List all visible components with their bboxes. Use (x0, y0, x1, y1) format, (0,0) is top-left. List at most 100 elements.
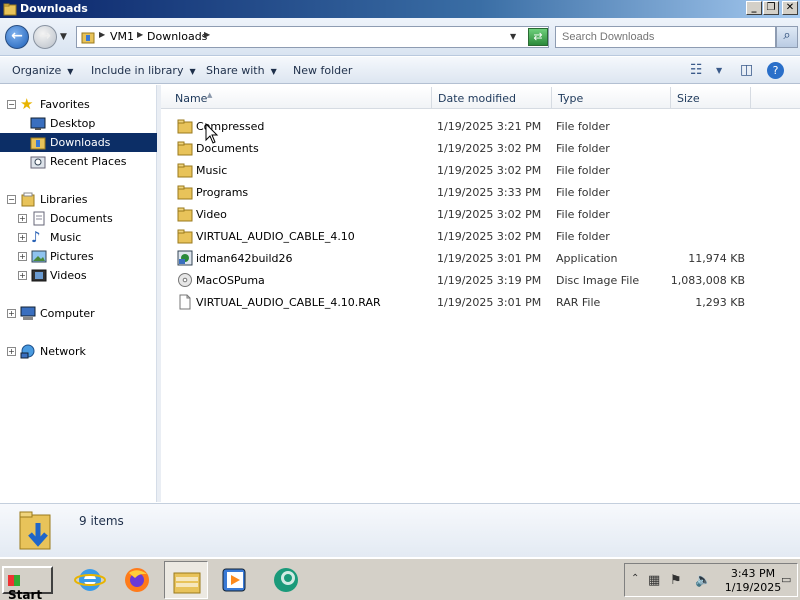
nav-item-downloads[interactable]: Downloads (0, 133, 157, 152)
title-bar[interactable]: Downloads _ ❐ ✕ (0, 0, 800, 18)
chevron-down-icon[interactable]: ▼ (510, 32, 516, 41)
nav-item-favorites[interactable]: − ★ Favorites (0, 95, 157, 114)
window-title: Downloads (20, 2, 88, 15)
folder-icon (177, 141, 193, 156)
nav-item-pictures[interactable]: + Pictures (0, 247, 157, 266)
folder-icon (177, 163, 193, 178)
expand-icon[interactable]: + (7, 309, 16, 318)
breadcrumb-item-vm1[interactable]: VM1 (110, 30, 134, 43)
downloads-folder-icon (30, 137, 46, 150)
windows-explorer-button[interactable] (164, 561, 208, 599)
column-header-spacer (751, 87, 800, 109)
expand-icon[interactable]: + (7, 347, 16, 356)
file-row[interactable]: VIRTUAL_AUDIO_CABLE_4.10.RAR 1/19/2025 3… (161, 291, 800, 313)
include-in-library-menu[interactable]: Include in library ▼ (91, 64, 196, 77)
refresh-button[interactable]: ⇄ (528, 28, 548, 46)
chevron-right-icon[interactable]: ▶ (204, 30, 210, 39)
new-folder-button[interactable]: New folder (293, 64, 352, 77)
folder-icon (177, 119, 193, 134)
preview-pane-icon[interactable]: ◫ (740, 62, 753, 78)
command-bar: Organize ▼ Include in library ▼ Share with… (0, 57, 800, 84)
breadcrumb-item-downloads[interactable]: Downloads (147, 30, 207, 43)
close-button[interactable]: ✕ (782, 1, 798, 15)
file-row[interactable]: Compressed 1/19/2025 3:21 PM File folder (161, 115, 800, 137)
recent-places-icon (30, 156, 46, 169)
file-row[interactable]: Video 1/19/2025 3:02 PM File folder (161, 203, 800, 225)
downloads-folder-icon (19, 511, 51, 550)
media-player-button[interactable] (213, 561, 257, 599)
chevron-down-icon: ▼ (67, 67, 74, 76)
app-button[interactable] (264, 561, 308, 599)
search-icon: ⌕ (783, 28, 791, 43)
file-row[interactable]: Programs 1/19/2025 3:33 PM File folder (161, 181, 800, 203)
file-row[interactable]: VIRTUAL_AUDIO_CABLE_4.10 1/19/2025 3:02 … (161, 225, 800, 247)
column-header-date-modified[interactable]: Date modified (432, 87, 552, 109)
nav-item-music[interactable]: + ♪ Music (0, 228, 157, 247)
organize-menu[interactable]: Organize ▼ (12, 64, 73, 77)
mouse-cursor-icon (205, 123, 219, 144)
chevron-down-icon: ▼ (189, 67, 196, 76)
pictures-icon (31, 250, 47, 263)
refresh-icon: ⇄ (533, 30, 543, 43)
column-header-size[interactable]: Size (671, 87, 751, 109)
expand-icon[interactable]: + (18, 233, 27, 242)
sort-ascending-icon: ▲ (207, 91, 213, 99)
windows-logo-icon (8, 575, 20, 586)
start-button[interactable]: Start (2, 566, 53, 600)
share-with-menu[interactable]: Share with ▼ (206, 64, 277, 77)
nav-item-documents[interactable]: + Documents (0, 209, 157, 228)
nav-item-computer[interactable]: + Computer (0, 304, 157, 323)
file-row[interactable]: Music 1/19/2025 3:02 PM File folder (161, 159, 800, 181)
collapse-icon[interactable]: − (7, 100, 16, 109)
column-header-name[interactable]: Name ▲ (161, 87, 432, 109)
file-row[interactable]: Documents 1/19/2025 3:02 PM File folder (161, 137, 800, 159)
help-icon[interactable]: ? (767, 62, 784, 79)
volume-icon[interactable]: 🔈 (695, 573, 711, 588)
address-bar: ← → ▼ ▶ VM1 ▶ Downloads ▶ ▼ ⇄ ⌕ (0, 18, 800, 56)
action-center-icon[interactable]: ▦ (648, 573, 660, 588)
minimize-button[interactable]: _ (746, 1, 762, 15)
clock[interactable]: 3:43 PM 1/19/2025 (723, 567, 783, 595)
back-button[interactable]: ← (5, 25, 29, 49)
documents-icon (33, 211, 45, 226)
application-icon (177, 250, 193, 266)
chevron-down-icon[interactable]: ▼ (716, 66, 722, 75)
arrow-right-icon: → (39, 28, 51, 44)
chevron-right-icon[interactable]: ▶ (137, 30, 143, 39)
chevron-right-icon[interactable]: ▶ (99, 30, 105, 39)
folder-icon (177, 185, 193, 200)
forward-button[interactable]: → (33, 25, 57, 49)
nav-item-videos[interactable]: + Videos (0, 266, 157, 285)
folder-icon (177, 229, 193, 244)
show-desktop-icon[interactable]: ▭ (781, 573, 791, 586)
breadcrumb[interactable]: ▶ VM1 ▶ Downloads ▶ ▼ (76, 26, 549, 48)
file-row[interactable]: MacOSPuma 1/19/2025 3:19 PM Disc Image F… (161, 269, 800, 291)
view-options-icon[interactable]: ☷ (690, 62, 703, 78)
internet-explorer-icon (74, 569, 106, 591)
nav-item-network[interactable]: + Network (0, 342, 157, 361)
folder-icon (173, 572, 201, 594)
taskbar: Start ⌃ ▦ ⚑ 🔈 3:43 PM 1/19/2025 ▭ (0, 557, 800, 600)
column-header-type[interactable]: Type (552, 87, 671, 109)
expand-icon[interactable]: + (18, 271, 27, 280)
desktop-icon (30, 117, 46, 130)
collapse-icon[interactable]: − (7, 195, 16, 204)
firefox-button[interactable] (115, 561, 159, 599)
file-list: Name ▲ Date modified Type Size Compresse… (161, 85, 800, 502)
file-row[interactable]: idman642build26 1/19/2025 3:01 PM Applic… (161, 247, 800, 269)
expand-icon[interactable]: + (18, 214, 27, 223)
nav-item-libraries[interactable]: − Libraries (0, 190, 157, 209)
nav-item-recent-places[interactable]: Recent Places (0, 152, 157, 171)
recent-pages-dropdown[interactable]: ▼ (60, 32, 67, 42)
app-icon (274, 568, 298, 592)
flag-icon[interactable]: ⚑ (670, 573, 682, 588)
search-input[interactable] (555, 26, 776, 48)
restore-button[interactable]: ❐ (763, 1, 779, 15)
expand-icon[interactable]: + (18, 252, 27, 261)
internet-explorer-button[interactable] (68, 561, 112, 599)
folder-icon (3, 3, 17, 16)
nav-item-desktop[interactable]: Desktop (0, 114, 157, 133)
search-button[interactable]: ⌕ (776, 26, 798, 48)
videos-icon (31, 269, 47, 282)
chevron-up-icon[interactable]: ⌃ (631, 573, 639, 584)
